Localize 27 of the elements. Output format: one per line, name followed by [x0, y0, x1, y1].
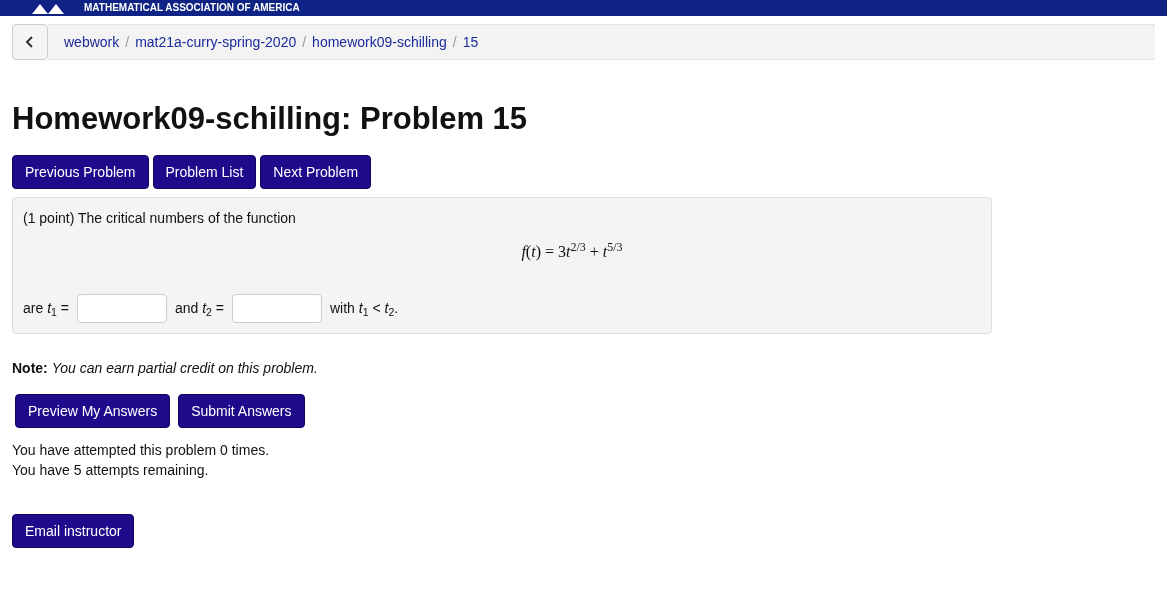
breadcrumb-separator: /: [302, 33, 307, 52]
answer-button[interactable]: Preview My Answers: [15, 393, 171, 428]
email-button[interactable]: Email instructor: [12, 513, 135, 548]
banner-text: MATHEMATICAL ASSOCIATION OF AMERICA: [84, 3, 300, 13]
breadcrumb-link[interactable]: 15: [462, 32, 479, 52]
answer-label: are t$_{1}$ =: [23, 299, 69, 319]
attempts-text: You have attempted this problem 0 times.: [12, 440, 271, 460]
answer-field[interactable]: [232, 293, 322, 323]
back-button[interactable]: [12, 24, 48, 60]
attempts-text: You have 5 attempts remaining.: [12, 460, 210, 480]
nav-button[interactable]: Next Problem: [260, 154, 372, 189]
formula: f(t) = 3t$^{2/3}$ + t$^{5/3}$: [521, 239, 623, 263]
breadcrumb-separator: /: [452, 33, 457, 52]
breadcrumb-link[interactable]: webwork: [64, 32, 120, 52]
note-text: Note: You can earn partial credit on this problem.: [12, 358, 319, 378]
breadcrumb-link[interactable]: homework09-schilling: [312, 32, 447, 52]
chevron-left-icon: [25, 36, 35, 48]
answer-label: and t$_{2}$ =: [174, 299, 224, 319]
answer-field[interactable]: [76, 293, 167, 323]
nav-button[interactable]: Previous Problem: [12, 154, 149, 189]
problem-intro: (1 point) The critical numbers of the function: [23, 208, 297, 228]
answer-button[interactable]: Submit Answers: [178, 393, 305, 428]
answer-label: with t$_{1}$ < t$_{2}$.: [330, 299, 399, 319]
page-title: Homework09-schilling: Problem 15: [12, 100, 529, 138]
breadcrumb-separator: /: [125, 33, 130, 52]
nav-button[interactable]: Problem List: [152, 154, 257, 189]
breadcrumb-link[interactable]: mat21a-curry-spring-2020: [135, 32, 297, 52]
